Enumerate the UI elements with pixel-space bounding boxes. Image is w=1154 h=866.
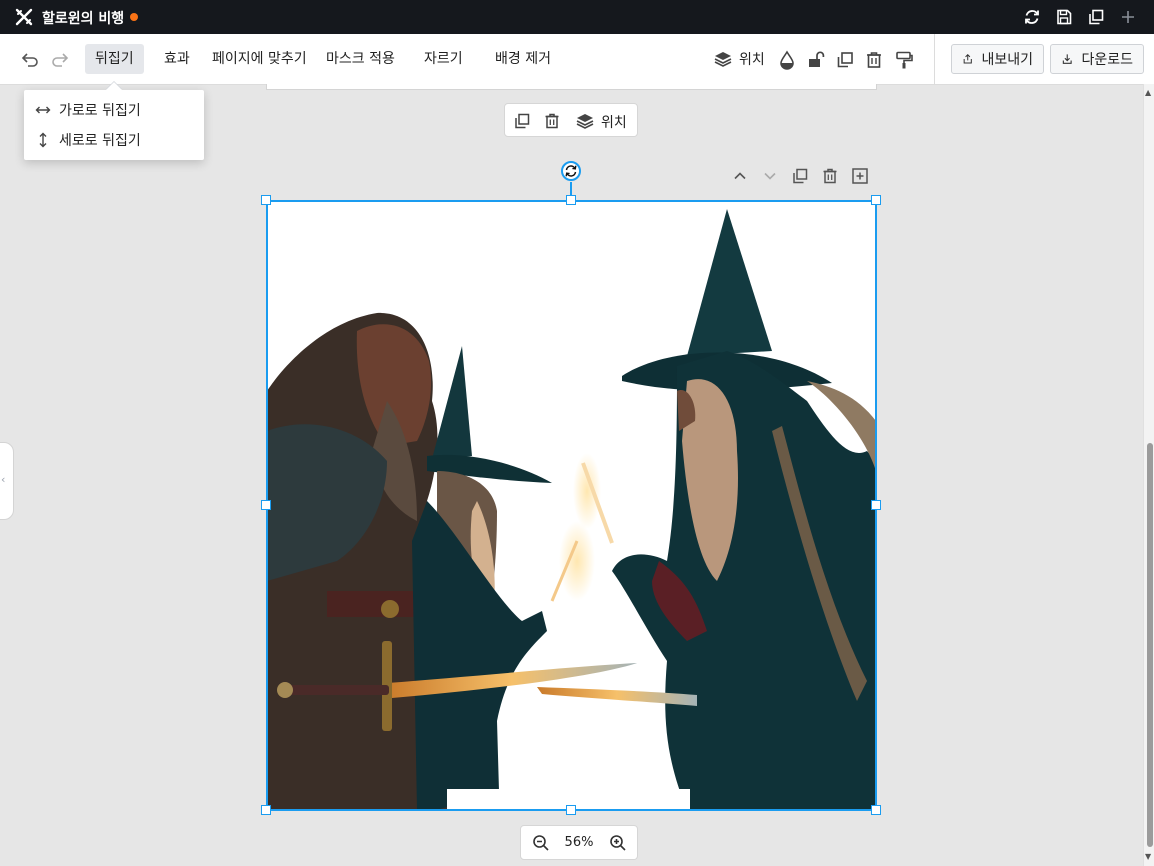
save-icon[interactable] (1054, 7, 1074, 27)
image-toolbar: 뒤집기 효과 페이지에 맞추기 마스크 적용 자르기 배경 제거 위치 내보내기… (0, 34, 1154, 85)
undo-icon[interactable] (19, 48, 41, 70)
page-layers-icon[interactable] (575, 111, 595, 131)
plus-icon[interactable] (1118, 7, 1138, 27)
app-logo-icon (15, 8, 33, 26)
resize-handle-top-left[interactable] (261, 195, 271, 205)
resize-handle-bottom[interactable] (566, 805, 576, 815)
resize-handle-bottom-left[interactable] (261, 805, 271, 815)
duplicate-page-icon[interactable] (790, 166, 810, 186)
scrollbar-thumb[interactable] (1147, 443, 1153, 847)
layers-icon (714, 52, 732, 67)
rotate-handle[interactable] (561, 161, 581, 181)
crop-button[interactable]: 자르기 (414, 44, 473, 74)
rotate-icon (565, 165, 577, 177)
scroll-down-arrow-icon[interactable]: ▼ (1145, 852, 1151, 861)
horizontal-arrows-icon (35, 106, 51, 114)
document-title[interactable]: 할로윈의 비행 (42, 8, 124, 28)
resize-handle-right[interactable] (871, 500, 881, 510)
selected-image[interactable] (267, 201, 876, 810)
transparency-icon[interactable] (776, 49, 798, 71)
flip-vertical-item[interactable]: 세로로 뒤집기 (24, 125, 204, 155)
dropdown-pointer (106, 82, 122, 90)
title-bar: 할로윈의 비행 (0, 0, 1154, 34)
delete-page-icon[interactable] (542, 111, 562, 131)
export-icon (963, 53, 972, 64)
side-panel-toggle[interactable]: ‹ (0, 442, 14, 520)
scroll-up-arrow-icon[interactable]: ▲ (1145, 88, 1151, 97)
resize-handle-top[interactable] (566, 195, 576, 205)
flip-vertical-label: 세로로 뒤집기 (59, 133, 141, 149)
refresh-icon[interactable] (1022, 7, 1042, 27)
mask-button[interactable]: 마스크 적용 (316, 44, 405, 74)
toolbar-divider (934, 34, 935, 84)
vertical-arrows-icon (39, 132, 47, 148)
download-label: 다운로드 (1081, 52, 1133, 68)
zoom-in-icon[interactable] (608, 833, 628, 853)
download-button[interactable]: 다운로드 (1050, 44, 1144, 74)
unlock-icon[interactable] (805, 49, 827, 71)
previous-page-edge[interactable] (266, 84, 877, 90)
trash-icon[interactable] (863, 49, 885, 71)
duplicate-page-icon[interactable] (512, 111, 532, 131)
page-position-label[interactable]: 위치 (601, 112, 627, 132)
duplicate-icon[interactable] (834, 49, 856, 71)
position-label: 위치 (739, 52, 765, 68)
resize-handle-left[interactable] (261, 500, 271, 510)
add-page-icon[interactable] (850, 166, 870, 186)
export-button[interactable]: 내보내기 (951, 44, 1044, 74)
delete-page-icon[interactable] (820, 166, 840, 186)
wizards-photo (267, 201, 876, 810)
flip-menu: 가로로 뒤집기 세로로 뒤집기 (24, 90, 204, 160)
move-up-icon[interactable] (730, 166, 750, 186)
export-label: 내보내기 (981, 52, 1033, 68)
paint-roller-icon[interactable] (893, 49, 915, 71)
effect-button[interactable]: 효과 (154, 44, 200, 74)
redo-icon[interactable] (49, 48, 71, 70)
flip-button[interactable]: 뒤집기 (85, 44, 144, 74)
resize-handle-top-right[interactable] (871, 195, 881, 205)
page-toolbar: 위치 (504, 103, 638, 137)
flip-horizontal-item[interactable]: 가로로 뒤집기 (24, 95, 204, 125)
fit-page-button[interactable]: 페이지에 맞추기 (202, 44, 317, 74)
duplicate-icon[interactable] (1086, 7, 1106, 27)
flip-horizontal-label: 가로로 뒤집기 (59, 103, 141, 119)
position-button[interactable]: 위치 (713, 47, 765, 71)
zoom-control: 56% (520, 825, 638, 860)
download-icon (1062, 54, 1072, 64)
chevron-left-icon: ‹ (1, 473, 6, 486)
move-down-icon[interactable] (760, 166, 780, 186)
unsaved-indicator (130, 13, 138, 21)
resize-handle-bottom-right[interactable] (871, 805, 881, 815)
remove-background-button[interactable]: 배경 제거 (485, 44, 561, 74)
